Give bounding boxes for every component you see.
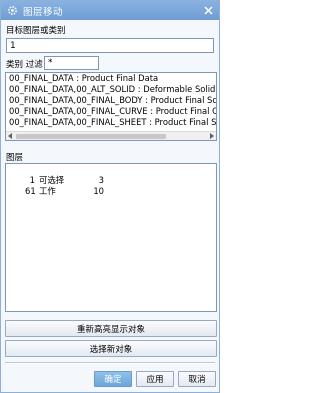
layer-object-count: 10: [93, 186, 104, 196]
scroll-right-icon[interactable]: [207, 132, 216, 140]
list-item[interactable]: 00_FINAL_DATA,00_FINAL_SHEET : Product F…: [6, 117, 216, 128]
separator: [5, 362, 215, 364]
gear-icon: [6, 5, 18, 17]
layer-status: 可选择: [38, 175, 65, 185]
layer-status: 工作: [38, 186, 56, 196]
layer-list[interactable]: 1 可选择 3 61 工作 10: [5, 163, 217, 312]
select-new-objects-button[interactable]: 选择新对象: [5, 340, 217, 357]
list-item[interactable]: 00_FINAL_DATA,00_FINAL_CURVE : Product F…: [6, 106, 216, 117]
category-filter-input[interactable]: [44, 56, 99, 70]
cancel-button[interactable]: 取消: [178, 371, 216, 387]
ok-button[interactable]: 确定: [94, 371, 132, 387]
list-item[interactable]: 00_FINAL_DATA,00_FINAL_BODY : Product Fi…: [6, 95, 216, 106]
target-layer-label: 目标图层或类别: [6, 26, 66, 36]
layer-object-count: 3: [98, 175, 104, 185]
scrollbar-track[interactable]: [15, 133, 207, 140]
list-item[interactable]: 00_FINAL_DATA : Product Final Data: [6, 73, 216, 84]
target-layer-input[interactable]: [6, 38, 214, 53]
apply-button[interactable]: 应用: [136, 371, 174, 387]
scroll-left-icon[interactable]: [6, 132, 15, 140]
list-item[interactable]: 00_FINAL_DATA,00_ALT_SOLID : Deformable …: [6, 84, 216, 95]
layer-move-dialog: 图层移动 目标图层或类别 类别 过滤 00_FINAL_DATA : Produ…: [0, 0, 220, 393]
title-bar: 图层移动: [1, 1, 219, 20]
rehighlight-objects-button[interactable]: 重新高亮显示对象: [5, 320, 217, 337]
horizontal-scrollbar[interactable]: [6, 131, 216, 140]
category-list[interactable]: 00_FINAL_DATA : Product Final Data 00_FI…: [5, 72, 217, 141]
dialog-title: 图层移动: [23, 6, 64, 18]
table-row[interactable]: 1 可选择 3: [6, 164, 216, 185]
layers-label: 图层: [6, 153, 24, 163]
close-icon[interactable]: [202, 4, 215, 17]
layer-number: 1: [29, 175, 35, 185]
scrollbar-thumb[interactable]: [16, 133, 166, 139]
category-filter-label: 类别 过滤: [6, 60, 43, 70]
layer-number: 61: [24, 186, 36, 196]
